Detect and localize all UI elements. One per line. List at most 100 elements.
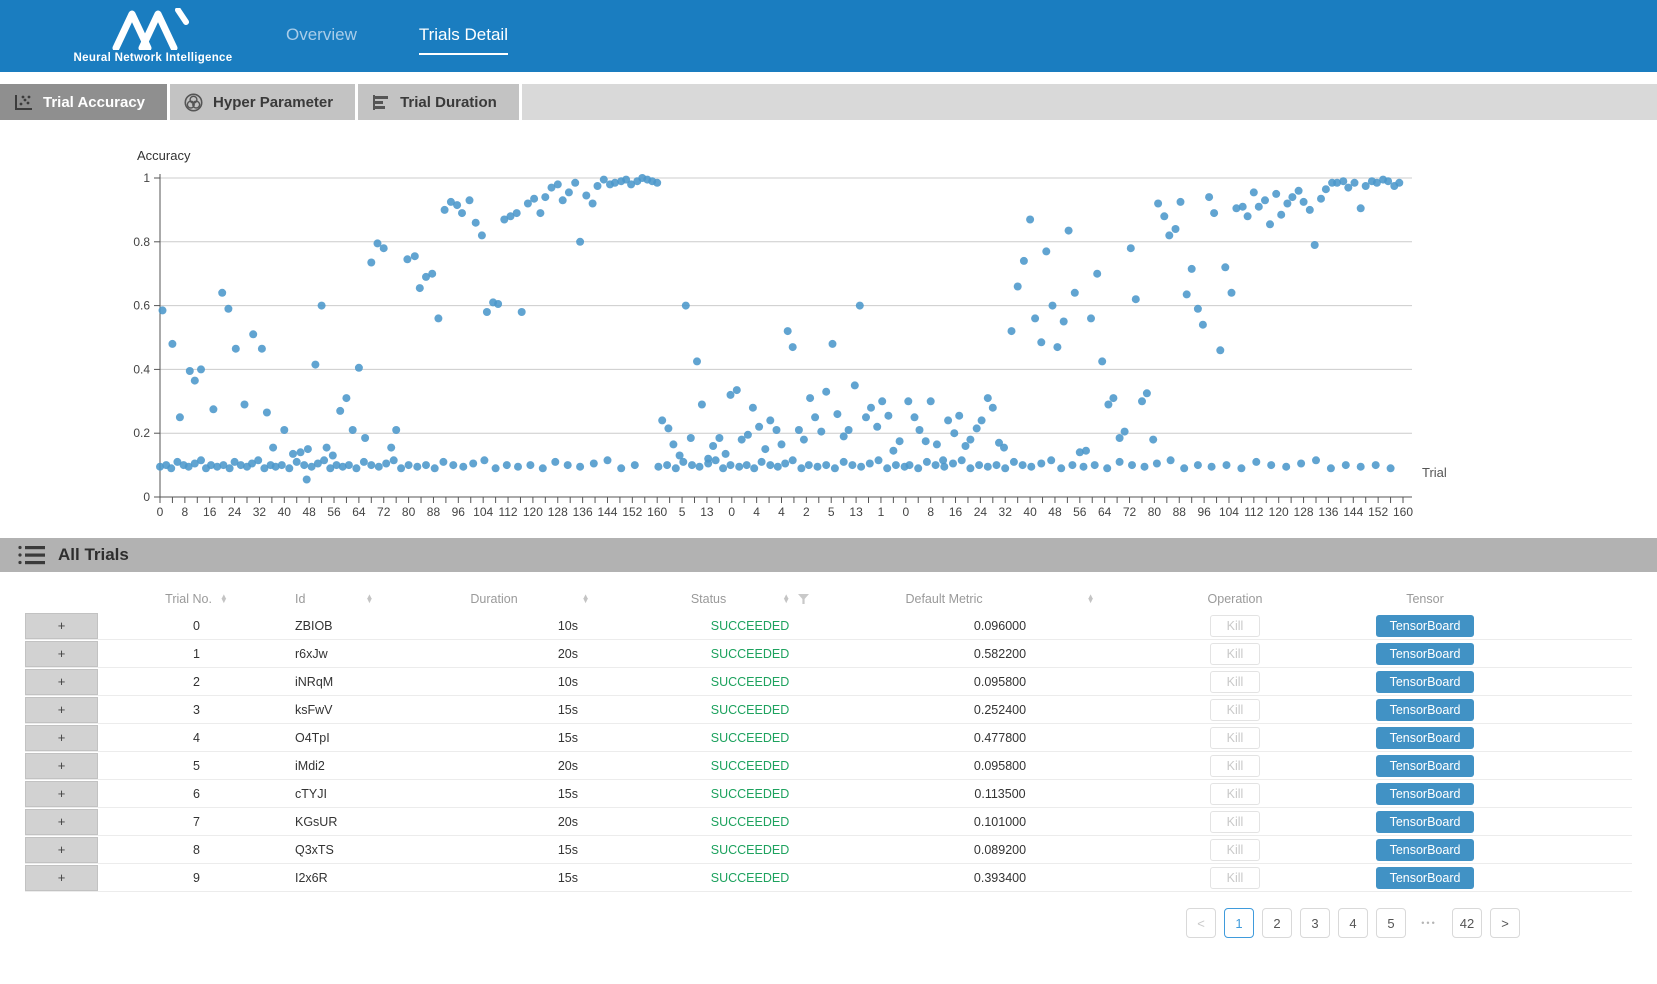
- tensorboard-button[interactable]: TensorBoard: [1376, 727, 1475, 749]
- expand-row-button[interactable]: +: [25, 753, 98, 779]
- kill-button[interactable]: Kill: [1210, 727, 1261, 749]
- kill-button[interactable]: Kill: [1210, 643, 1261, 665]
- tensorboard-button[interactable]: TensorBoard: [1376, 783, 1475, 805]
- pagination-prev-button[interactable]: <: [1186, 908, 1216, 938]
- expand-row-button[interactable]: +: [25, 669, 98, 695]
- sort-icon[interactable]: ▲▼: [582, 595, 590, 603]
- cell-default-metric: 0.095800: [860, 675, 1140, 689]
- row-expander-cell: +: [25, 724, 98, 752]
- kill-button[interactable]: Kill: [1210, 811, 1261, 833]
- tensorboard-button[interactable]: TensorBoard: [1376, 755, 1475, 777]
- tensorboard-button[interactable]: TensorBoard: [1376, 615, 1475, 637]
- scatter-point: [906, 461, 914, 469]
- expand-row-button[interactable]: +: [25, 809, 98, 835]
- kill-button[interactable]: Kill: [1210, 867, 1261, 889]
- cell-operation: Kill: [1140, 783, 1330, 805]
- kill-button[interactable]: Kill: [1210, 839, 1261, 861]
- expand-row-button[interactable]: +: [25, 641, 98, 667]
- tensorboard-button[interactable]: TensorBoard: [1376, 867, 1475, 889]
- scatter-point: [978, 416, 986, 424]
- scatter-point: [241, 401, 249, 409]
- pagination-page-2[interactable]: 2: [1262, 908, 1292, 938]
- pagination-next-button[interactable]: >: [1490, 908, 1520, 938]
- scatter-point: [993, 461, 1001, 469]
- x-tick-label: 40: [278, 505, 292, 519]
- kill-button[interactable]: Kill: [1210, 755, 1261, 777]
- kill-button[interactable]: Kill: [1210, 783, 1261, 805]
- cell-status: SUCCEEDED: [640, 647, 860, 661]
- x-tick-label: 136: [1318, 505, 1338, 519]
- expand-row-button[interactable]: +: [25, 725, 98, 751]
- header-default-metric[interactable]: Default Metric ▲▼: [860, 592, 1140, 606]
- pagination-ellipsis[interactable]: •••: [1414, 908, 1444, 938]
- pagination-page-5[interactable]: 5: [1376, 908, 1406, 938]
- sort-icon[interactable]: ▲▼: [220, 595, 228, 603]
- scatter-point: [1154, 200, 1162, 208]
- kill-button[interactable]: Kill: [1210, 615, 1261, 637]
- scatter-point: [483, 308, 491, 316]
- scatter-point: [571, 179, 579, 187]
- tensorboard-button[interactable]: TensorBoard: [1376, 699, 1475, 721]
- scatter-point: [191, 377, 199, 385]
- pagination-page-42[interactable]: 42: [1452, 908, 1482, 938]
- scatter-point: [1317, 195, 1325, 203]
- scatter-point: [293, 458, 301, 466]
- scatter-point: [263, 409, 271, 417]
- cell-trial-no: 4: [98, 731, 295, 745]
- scatter-point: [285, 464, 293, 472]
- scatter-point: [594, 182, 602, 190]
- scatter-point: [539, 464, 547, 472]
- expand-row-button[interactable]: +: [25, 697, 98, 723]
- x-tick-label: 5: [679, 505, 686, 519]
- scatter-point: [1020, 257, 1028, 265]
- header-id[interactable]: Id ▲▼: [295, 592, 420, 606]
- pagination-page-4[interactable]: 4: [1338, 908, 1368, 938]
- tensorboard-button[interactable]: TensorBoard: [1376, 643, 1475, 665]
- scatter-point: [1149, 436, 1157, 444]
- expand-row-button[interactable]: +: [25, 865, 98, 891]
- tensorboard-button[interactable]: TensorBoard: [1376, 811, 1475, 833]
- x-axis-name: Trial: [1422, 465, 1447, 480]
- pagination-page-3[interactable]: 3: [1300, 908, 1330, 938]
- expand-row-button[interactable]: +: [25, 613, 98, 639]
- tab-trial-duration[interactable]: Trial Duration: [358, 84, 522, 120]
- scatter-point: [774, 463, 782, 471]
- sort-icon[interactable]: ▲▼: [365, 595, 373, 603]
- sort-icon[interactable]: ▲▼: [782, 595, 790, 603]
- nav-trials-detail[interactable]: Trials Detail: [419, 25, 508, 55]
- sort-icon[interactable]: ▲▼: [1087, 595, 1095, 603]
- cell-duration: 15s: [420, 703, 640, 717]
- header-trial-no[interactable]: Trial No. ▲▼: [98, 592, 295, 606]
- cell-operation: Kill: [1140, 615, 1330, 637]
- tensorboard-button[interactable]: TensorBoard: [1376, 671, 1475, 693]
- scatter-point: [1082, 447, 1090, 455]
- scatter-point: [1093, 270, 1101, 278]
- scatter-point: [472, 219, 480, 227]
- header-duration[interactable]: Duration ▲▼: [420, 592, 640, 606]
- tab-trial-accuracy[interactable]: Trial Accuracy: [0, 84, 170, 120]
- expand-row-button[interactable]: +: [25, 837, 98, 863]
- expand-row-button[interactable]: +: [25, 781, 98, 807]
- pagination-page-1[interactable]: 1: [1224, 908, 1254, 938]
- filter-icon[interactable]: [798, 594, 809, 605]
- scatter-point: [582, 192, 590, 200]
- cell-id: iMdi2: [295, 759, 420, 773]
- scatter-point: [789, 456, 797, 464]
- tensorboard-button[interactable]: TensorBoard: [1376, 839, 1475, 861]
- cell-duration: 10s: [420, 675, 640, 689]
- scatter-point: [688, 461, 696, 469]
- scatter-point: [349, 426, 357, 434]
- scatter-icon: [14, 94, 33, 111]
- scatter-point: [576, 238, 584, 246]
- x-tick-label: 96: [452, 505, 466, 519]
- kill-button[interactable]: Kill: [1210, 671, 1261, 693]
- scatter-point: [1053, 343, 1061, 351]
- tab-hyper-parameter[interactable]: Hyper Parameter: [170, 84, 358, 120]
- kill-button[interactable]: Kill: [1210, 699, 1261, 721]
- scatter-point: [1103, 464, 1111, 472]
- scatter-point: [300, 461, 308, 469]
- x-tick-label: 13: [849, 505, 863, 519]
- nav-overview[interactable]: Overview: [286, 25, 357, 55]
- table-row: +1r6xJw20sSUCCEEDED0.582200KillTensorBoa…: [25, 640, 1632, 668]
- header-status[interactable]: Status ▲▼: [640, 592, 860, 606]
